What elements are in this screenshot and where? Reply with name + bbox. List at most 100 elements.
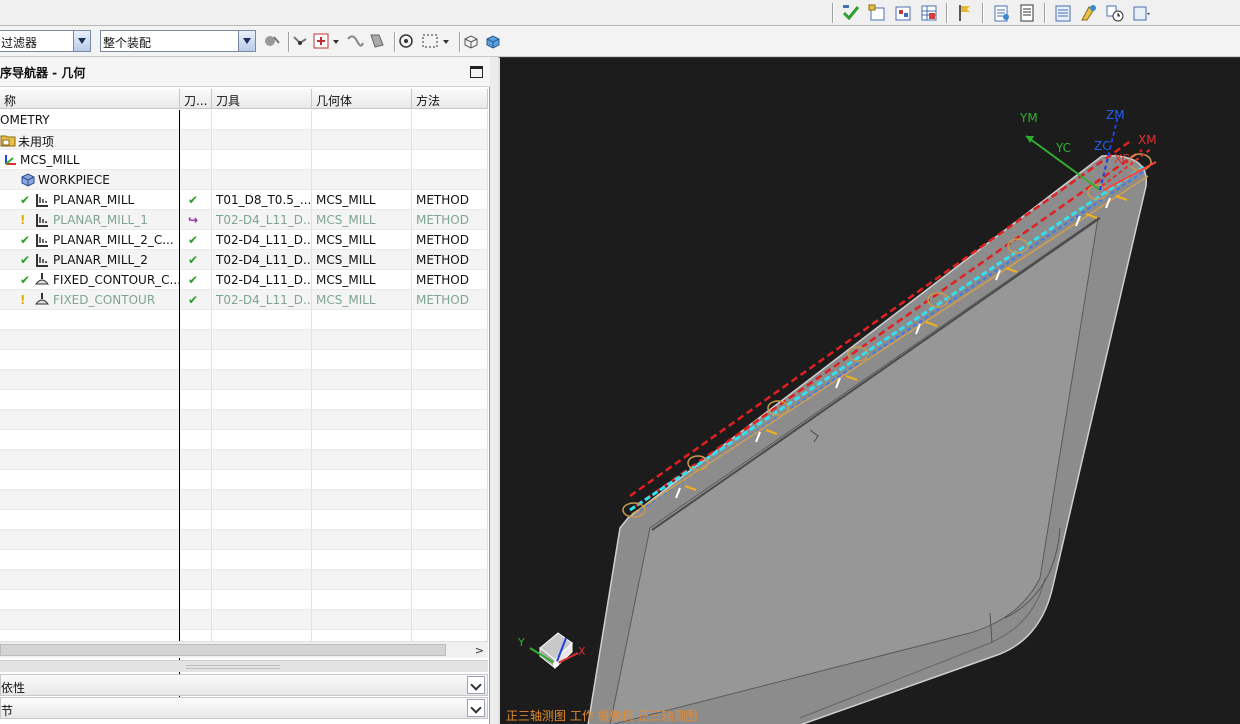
verify-check-icon[interactable] <box>841 3 861 23</box>
column-header-method[interactable]: 方法 <box>412 89 488 109</box>
empty-cell <box>412 470 488 490</box>
scroll-right-icon[interactable]: > <box>475 644 484 657</box>
empty-cell <box>180 570 212 590</box>
tree-row[interactable]: ✔ PLANAR_MILL_2_C... ✔ T02-D4_L11_D... MCS_M… <box>0 230 488 250</box>
type-filter-dropdown[interactable]: 过滤器 <box>0 30 91 52</box>
axis-label-zc: ZC <box>1094 139 1111 153</box>
column-header-path-status[interactable]: 刀... <box>180 89 212 109</box>
tree-row[interactable]: ! FIXED_CONTOUR ✔ T02-D4_L11_D... MCS_MILL ME… <box>0 290 488 310</box>
toolbar-separator <box>1044 3 1046 23</box>
empty-row[interactable] <box>0 390 488 410</box>
empty-cell <box>212 490 312 510</box>
column-header-tool[interactable]: 刀具 <box>212 89 312 109</box>
document-icon[interactable] <box>1017 3 1037 23</box>
column-header-name[interactable]: 称 <box>0 89 180 109</box>
empty-row[interactable] <box>0 430 488 450</box>
empty-cell <box>412 590 488 610</box>
assembly-scope-dropdown[interactable]: 整个装配 <box>100 30 256 52</box>
expand-chevron-icon[interactable] <box>467 699 485 717</box>
empty-cell <box>180 310 212 330</box>
operation-name: PLANAR_MILL_1 <box>53 213 148 227</box>
empty-row[interactable] <box>0 470 488 490</box>
empty-row[interactable] <box>0 610 488 630</box>
add-point-icon[interactable] <box>311 31 331 51</box>
dependencies-section[interactable]: 依性 <box>0 674 488 696</box>
empty-row[interactable] <box>0 490 488 510</box>
check-icon: ✔ <box>20 273 31 287</box>
empty-cell <box>312 590 412 610</box>
expand-chevron-icon[interactable] <box>467 676 485 694</box>
operation-name: PLANAR_MILL_2 <box>53 253 148 267</box>
tree-row[interactable]: ✔ PLANAR_MILL_2 ✔ T02-D4_L11_D... MCS_MILL ME… <box>0 250 488 270</box>
empty-cell <box>312 550 412 570</box>
select-all-icon[interactable] <box>396 31 416 51</box>
chevron-down-icon[interactable] <box>238 31 255 51</box>
details-section[interactable]: 节 <box>0 697 488 719</box>
empty-row[interactable] <box>0 350 488 370</box>
postprocess-icon[interactable] <box>1053 3 1073 23</box>
tree-row[interactable]: ✔ FIXED_CONTOUR_C... ✔ T02-D4_L11_D... MCS_M… <box>0 270 488 290</box>
empty-cell <box>212 550 312 570</box>
part-top-face[interactable] <box>609 216 1099 724</box>
empty-cell <box>412 330 488 350</box>
create-geometry-icon[interactable] <box>919 3 939 23</box>
operation-name: PLANAR_MILL_2_C... <box>53 233 174 247</box>
report-dropdown-icon[interactable] <box>1131 3 1151 23</box>
flag-icon[interactable] <box>955 3 975 23</box>
maximize-icon[interactable] <box>470 66 483 78</box>
empty-row[interactable] <box>0 330 488 350</box>
time-clock-icon[interactable] <box>1105 3 1125 23</box>
empty-cell <box>312 430 412 450</box>
toolbar-separator <box>946 3 948 23</box>
panel-splitter[interactable] <box>0 660 488 672</box>
splitter-grip[interactable] <box>186 665 280 669</box>
chevron-down-icon[interactable] <box>73 31 90 51</box>
empty-row[interactable] <box>0 570 488 590</box>
empty-row[interactable] <box>0 370 488 390</box>
create-program-icon[interactable] <box>867 3 887 23</box>
empty-cell <box>180 350 212 370</box>
curve-rule-icon[interactable] <box>345 31 365 51</box>
empty-cell <box>180 550 212 570</box>
dropdown-arrow-icon[interactable] <box>441 31 451 51</box>
empty-cell <box>412 410 488 430</box>
empty-row[interactable] <box>0 590 488 610</box>
path-status-icon: ↪ <box>180 210 212 230</box>
machine-control-icon[interactable] <box>1079 3 1099 23</box>
scrollbar-thumb[interactable] <box>0 644 446 656</box>
cell-tool: T02-D4_L11_D... <box>212 250 312 270</box>
empty-row[interactable] <box>0 530 488 550</box>
wireframe-view-icon[interactable] <box>461 31 481 51</box>
graphics-viewport[interactable]: YM YC ZM ZC XM XC Y X 正三轴测图 工作 摄像机 正三轴测图 <box>498 57 1240 724</box>
empty-row[interactable] <box>0 510 488 530</box>
column-divider <box>179 110 180 700</box>
empty-row[interactable] <box>0 310 488 330</box>
empty-row[interactable] <box>0 450 488 470</box>
tree-row[interactable]: ! PLANAR_MILL_1 ↪ T02-D4_L11_D... MCS_MILL ME… <box>0 210 488 230</box>
face-rule-icon[interactable] <box>367 31 387 51</box>
horizontal-scrollbar[interactable]: > <box>0 641 488 658</box>
empty-row[interactable] <box>0 410 488 430</box>
tree-row[interactable]: MCS_MILL <box>0 150 488 170</box>
rectangle-select-icon[interactable] <box>420 31 440 51</box>
cell-method <box>412 130 488 150</box>
cell-method <box>412 170 488 190</box>
tree-row[interactable]: 未用项 <box>0 130 488 150</box>
empty-row[interactable] <box>0 550 488 570</box>
general-selection-icon[interactable] <box>262 31 282 51</box>
create-tool-icon[interactable] <box>893 3 913 23</box>
dropdown-arrow-icon[interactable] <box>331 31 341 51</box>
tree-row[interactable]: WORKPIECE <box>0 170 488 190</box>
view-triad-icon[interactable] <box>529 632 579 670</box>
cell-geometry: MCS_MILL <box>312 210 412 230</box>
fixed-contour-icon <box>34 272 50 288</box>
column-header-geometry[interactable]: 几何体 <box>312 89 412 109</box>
tree-row[interactable]: ✔ PLANAR_MILL ✔ T01_D8_T0.5_... MCS_MILL METH… <box>0 190 488 210</box>
shop-doc-icon[interactable] <box>991 3 1011 23</box>
snap-point-icon[interactable] <box>290 31 310 51</box>
cell-method: METHOD <box>412 270 488 290</box>
tree-row[interactable]: OMETRY <box>0 110 488 130</box>
check-icon: ✔ <box>20 193 31 207</box>
shaded-view-icon[interactable] <box>483 31 503 51</box>
check-icon: ✔ <box>20 233 31 247</box>
